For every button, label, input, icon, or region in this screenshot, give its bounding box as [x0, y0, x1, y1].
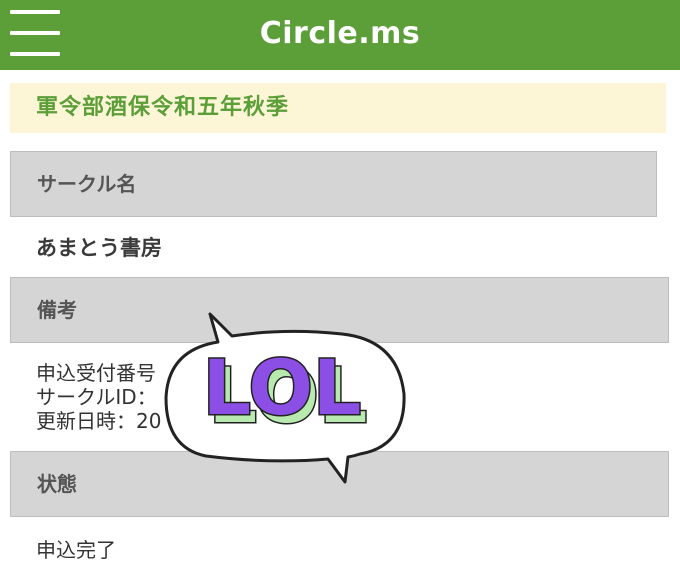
updated-at-line: 更新日時：20	[36, 409, 162, 433]
app-header: Circle.ms	[0, 0, 680, 70]
remarks-value: 申込受付番号 サークルID： 更新日時：20	[36, 361, 161, 433]
hamburger-menu-icon[interactable]	[10, 10, 62, 56]
status-value: 申込完了	[36, 538, 116, 562]
circle-id-line: サークルID：	[36, 385, 157, 409]
circle-name-value: あまとう書房	[36, 236, 162, 260]
page: Circle.ms 軍令部酒保令和五年秋季 サークル名 あまとう書房 備考 申込…	[0, 0, 680, 572]
section-header-circle-name: サークル名	[10, 151, 657, 217]
lol-sticker-text: LOL	[203, 343, 362, 432]
lol-sticker: LOL LOL	[164, 312, 406, 484]
application-number-line: 申込受付番号	[36, 361, 156, 385]
event-title: 軍令部酒保令和五年秋季	[10, 83, 666, 133]
brand-logo[interactable]: Circle.ms	[0, 0, 680, 70]
